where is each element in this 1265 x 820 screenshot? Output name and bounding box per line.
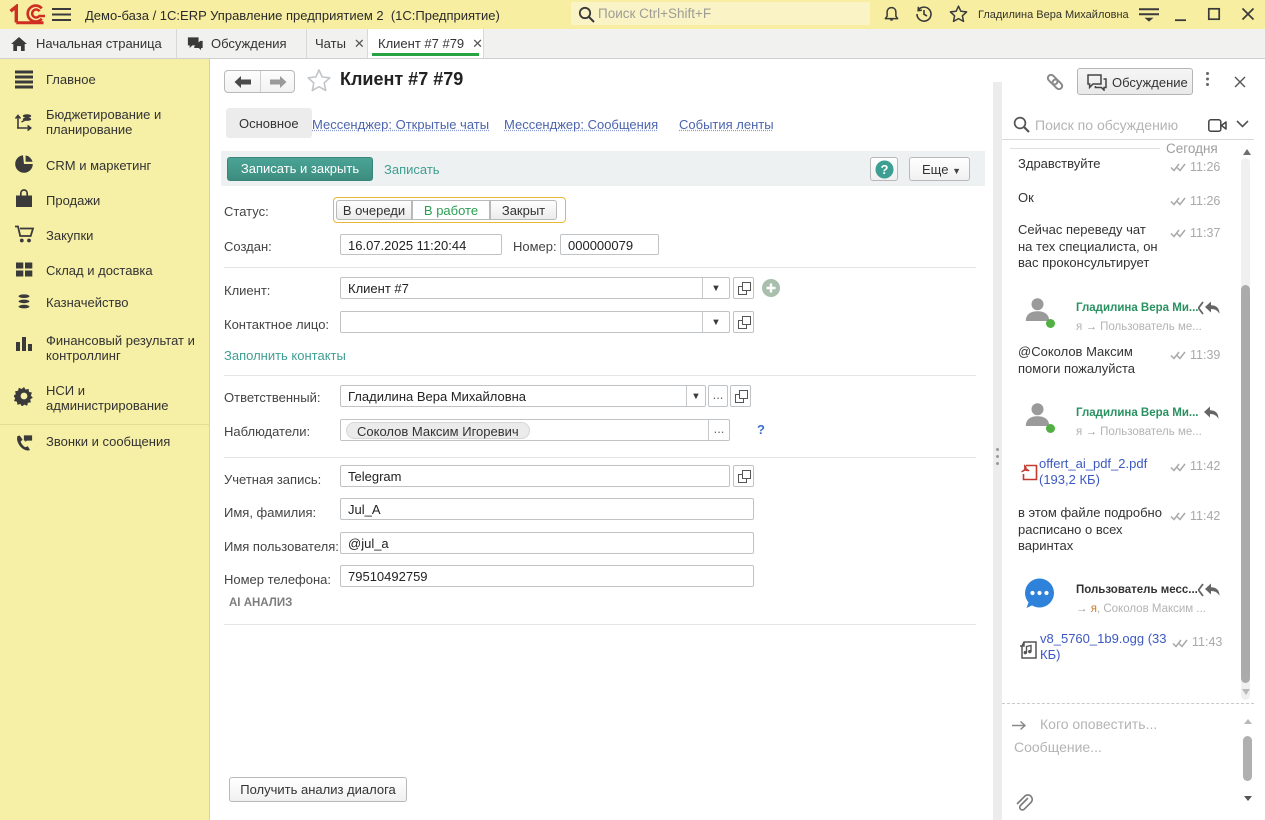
svg-text:?: ? [881, 162, 889, 177]
